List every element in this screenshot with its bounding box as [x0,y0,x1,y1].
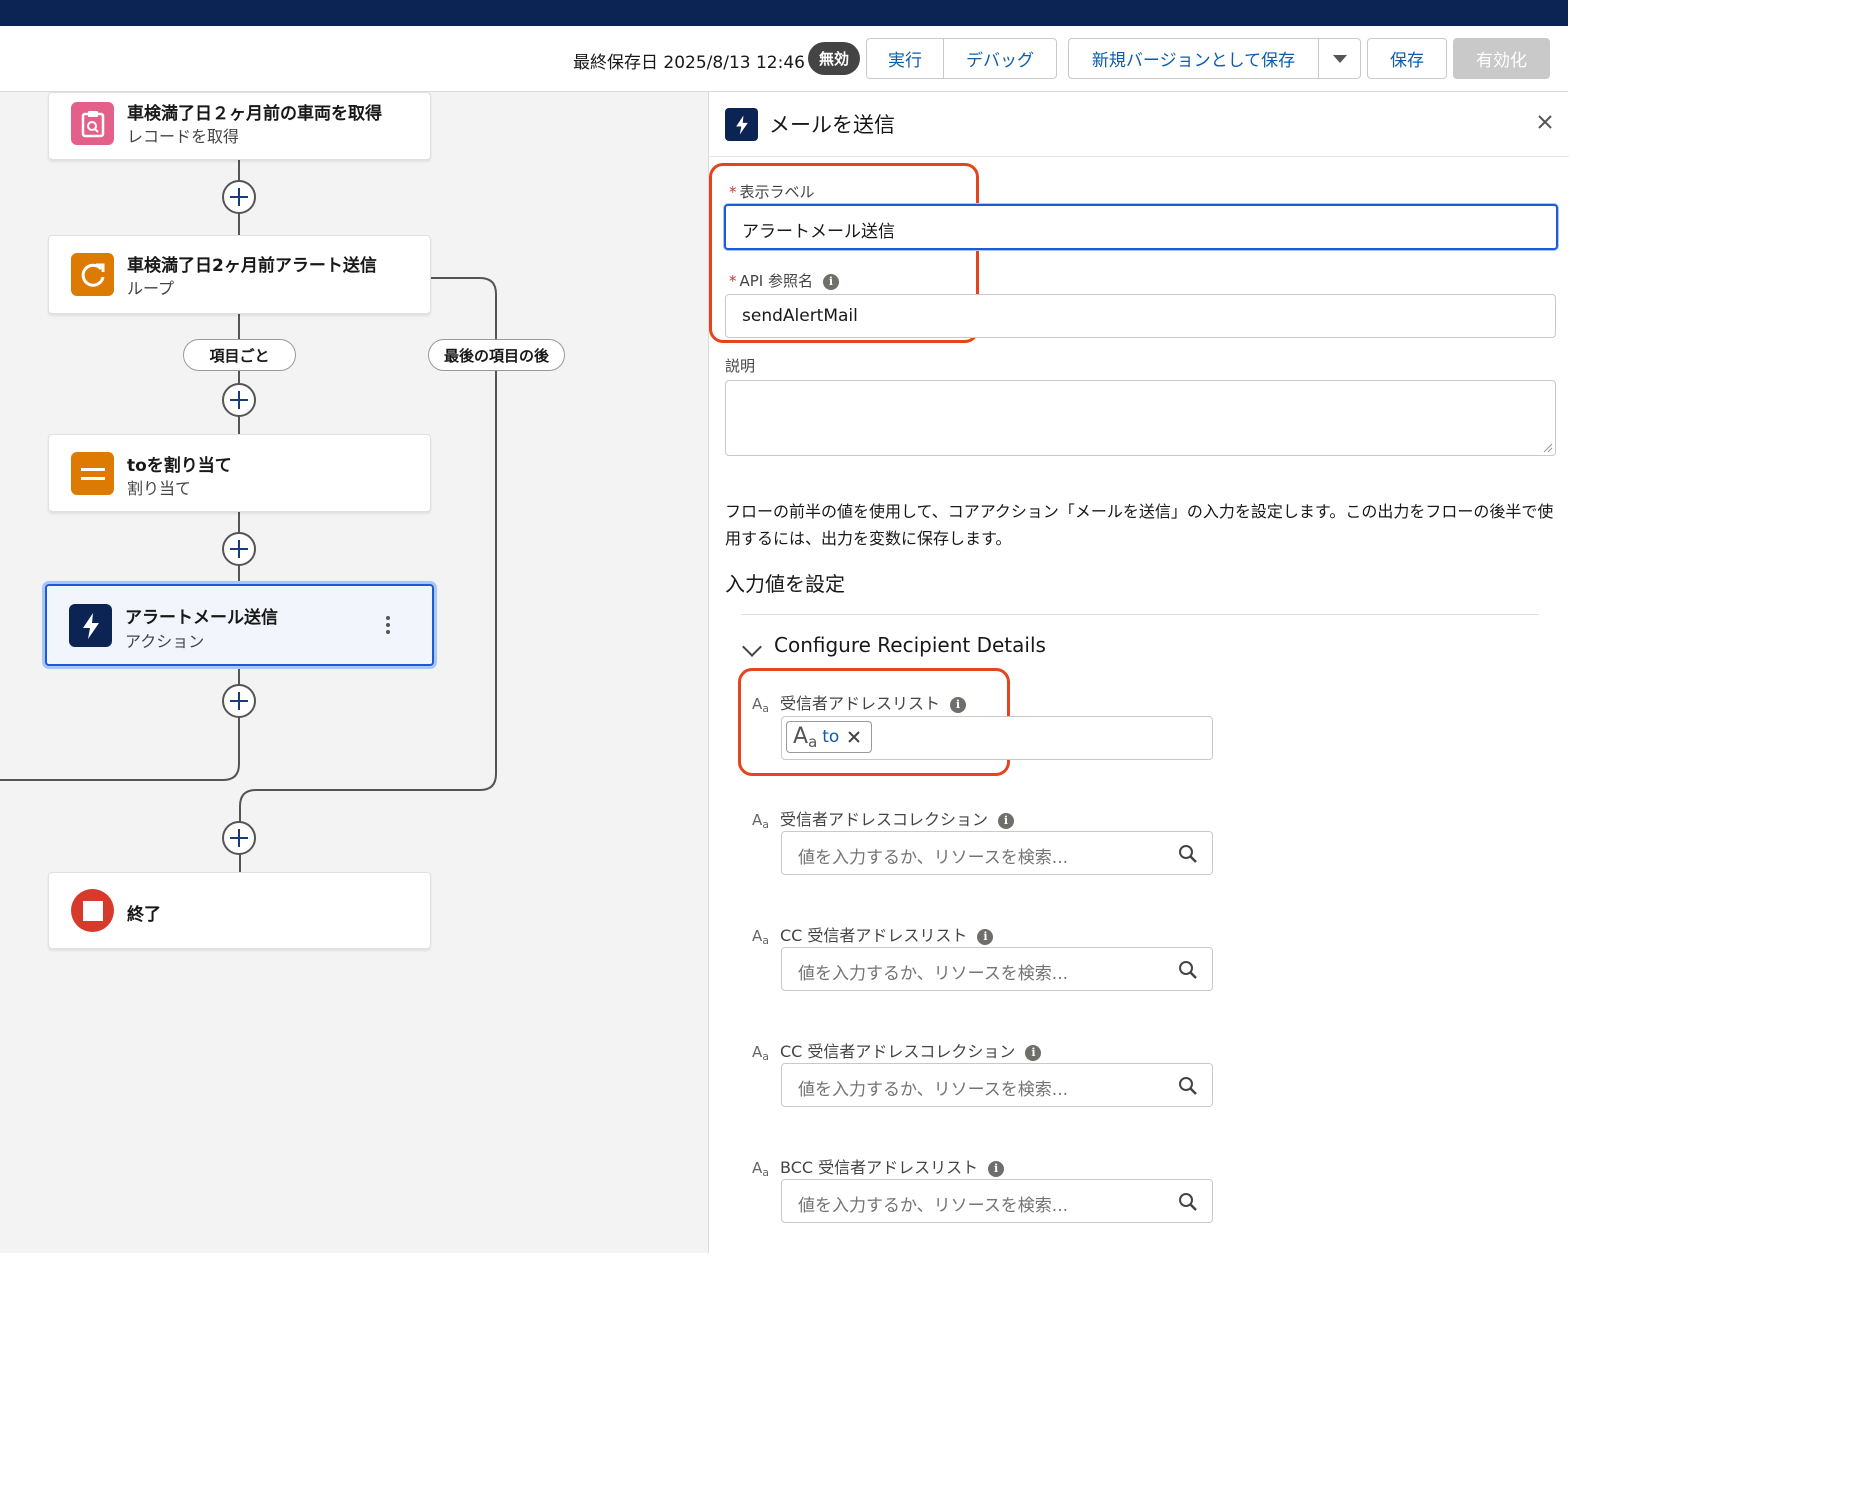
info-icon: i [1025,1044,1042,1061]
add-element-button[interactable] [222,684,256,718]
recipient-address-collection-input[interactable]: 値を入力するか、リソースを検索... [781,831,1213,875]
get-records-icon [71,102,114,145]
info-icon: i [823,273,839,290]
search-placeholder: 値を入力するか、リソースを検索... [798,1196,1069,1216]
info-icon: i [998,812,1015,829]
divider [741,614,1539,615]
recipient-address-list-input[interactable]: Aa to [781,716,1213,760]
action-icon [69,604,112,647]
chevron-down-icon [1332,54,1347,63]
add-element-button[interactable] [222,532,256,566]
description-textarea[interactable] [725,380,1556,456]
label-field-label: * 表示ラベル [729,183,815,201]
node-title: 車検満了日2ヶ月前アラート送信 [127,256,377,276]
run-button[interactable]: 実行 [866,38,944,79]
api-name-field-label: * API 参照名 i [729,270,839,291]
search-placeholder: 値を入力するか、リソースを検索... [798,964,1069,984]
bcc-recipient-address-list-input[interactable]: 値を入力するか、リソースを検索... [781,1179,1213,1223]
flow-node-loop[interactable]: 車検満了日2ヶ月前アラート送信 ループ [48,235,431,314]
search-icon [1179,1193,1197,1211]
text-type-icon: Aa [752,695,770,715]
text-type-icon: Aa [793,723,818,751]
node-subtitle: ループ [127,279,175,298]
search-placeholder: 値を入力するか、リソースを検索... [798,848,1069,868]
panel-header: メールを送信 [709,92,1569,157]
cc-recipient-address-collection-input[interactable]: 値を入力するか、リソースを検索... [781,1063,1213,1107]
save-as-new-version-button[interactable]: 新規バージョンとして保存 [1068,38,1319,79]
search-icon [1179,961,1197,979]
text-type-icon: Aa [752,1159,770,1179]
chevron-down-icon[interactable] [742,637,762,657]
info-icon: i [977,928,994,945]
close-icon[interactable] [1535,112,1555,132]
activate-button[interactable]: 有効化 [1453,38,1550,79]
debug-button[interactable]: デバッグ [944,38,1057,79]
bcc-recipient-address-list-label: Aa BCC 受信者アドレスリスト i [752,1154,1005,1179]
info-icon: i [950,696,967,713]
add-element-button[interactable] [222,821,256,855]
flow-node-get-records[interactable]: 車検満了日２ヶ月前の車両を取得 レコードを取得 [48,92,431,160]
end-icon [71,889,114,932]
remove-icon[interactable] [847,730,861,744]
api-name-input[interactable]: sendAlertMail [725,294,1556,338]
panel-title: メールを送信 [769,113,895,137]
recipient-address-collection-label: Aa 受信者アドレスコレクション i [752,806,1015,831]
assignment-icon [71,452,114,495]
section-title: 入力値を設定 [725,572,845,596]
for-each-item-label: 項目ごと [183,339,296,371]
pill-label: to [822,727,840,747]
search-placeholder: 値を入力するか、リソースを検索... [798,1080,1069,1100]
flow-toolbar: 最終保存日 2025/8/13 12:46 無効 実行 デバッグ 新規バージョン… [0,26,1568,92]
top-nav-bar [0,0,1568,26]
text-type-icon: Aa [752,1043,770,1063]
flow-node-assignment[interactable]: toを割り当て 割り当て [48,434,431,512]
help-text: フローの前半の値を使用して、コアアクション「メールを送信」の入力を設定します。こ… [725,502,1554,548]
node-title: アラートメール送信 [125,608,278,628]
label-input-value: アラートメール送信 [742,222,895,242]
flow-canvas[interactable]: 車検満了日２ヶ月前の車両を取得 レコードを取得 車検満了日2ヶ月前アラート送信 … [0,92,708,1253]
recipient-address-list-label: Aa 受信者アドレスリスト i [752,690,967,715]
label-input[interactable]: アラートメール送信 [724,204,1558,250]
text-type-icon: Aa [752,927,770,947]
flow-node-send-email-action[interactable]: アラートメール送信 アクション [45,584,434,666]
status-badge: 無効 [808,42,860,75]
more-actions-icon[interactable] [386,616,392,634]
cc-recipient-address-collection-label: Aa CC 受信者アドレスコレクション i [752,1038,1042,1063]
node-subtitle: レコードを取得 [127,127,240,146]
search-icon [1179,845,1197,863]
text-type-icon: Aa [752,811,770,831]
resource-pill[interactable]: Aa to [786,721,872,753]
cc-recipient-address-list-label: Aa CC 受信者アドレスリスト i [752,922,994,947]
subsection-toggle[interactable]: Configure Recipient Details [774,633,1046,657]
add-element-button[interactable] [222,383,256,417]
node-title: 終了 [127,905,161,925]
save-button[interactable]: 保存 [1367,38,1447,79]
cc-recipient-address-list-input[interactable]: 値を入力するか、リソースを検索... [781,947,1213,991]
last-saved-text: 最終保存日 2025/8/13 12:46 [573,53,805,73]
action-icon [725,108,758,141]
add-element-button[interactable] [222,180,256,214]
loop-icon [71,253,114,296]
node-title: toを割り当て [127,456,232,476]
flow-node-end[interactable]: 終了 [48,872,431,949]
info-icon: i [988,1160,1005,1177]
resize-handle-icon[interactable] [1543,443,1553,453]
node-subtitle: アクション [125,632,205,651]
description-field-label: 説明 [725,357,756,375]
api-name-input-value: sendAlertMail [742,306,858,326]
search-icon [1179,1077,1197,1095]
properties-panel: メールを送信 * 表示ラベル アラートメール送信 * API 参照名 i sendAl… [708,92,1569,1253]
node-subtitle: 割り当て [127,479,192,498]
save-options-dropdown[interactable] [1319,38,1361,79]
after-last-item-label: 最後の項目の後 [428,339,565,371]
node-title: 車検満了日２ヶ月前の車両を取得 [127,104,382,124]
